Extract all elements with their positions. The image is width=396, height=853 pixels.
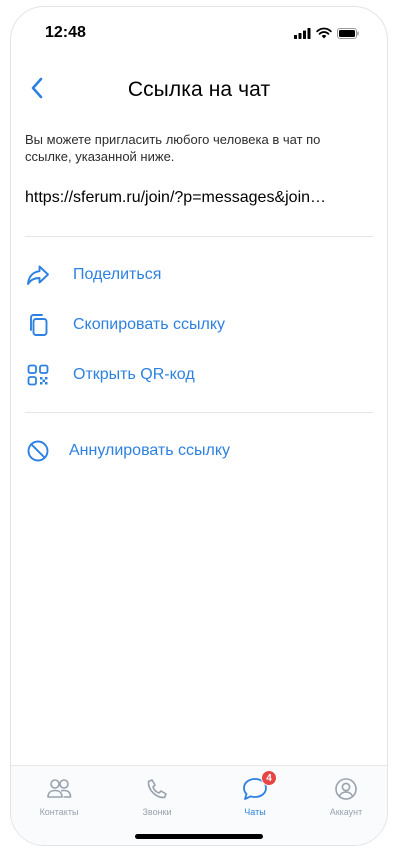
copy-icon — [25, 312, 51, 338]
status-time: 12:48 — [45, 24, 86, 41]
status-icons — [294, 26, 359, 44]
copy-link-label: Скопировать ссылку — [73, 316, 226, 333]
tab-contacts[interactable]: Контакты — [24, 774, 94, 817]
share-button[interactable]: Поделиться — [25, 257, 373, 293]
tab-account-label: Аккаунт — [329, 807, 363, 817]
divider — [25, 412, 373, 413]
contacts-icon — [44, 774, 74, 804]
phone-icon — [142, 774, 172, 804]
revoke-link-label: Аннулировать ссылку — [69, 442, 231, 459]
phone-screen: 12:48 Ссылка на чат Вы можете пригласить… — [10, 6, 388, 846]
share-label: Поделиться — [73, 266, 162, 283]
tab-contacts-label: Контакты — [39, 807, 79, 817]
battery-icon — [337, 26, 359, 44]
chat-icon: 4 — [240, 770, 277, 804]
invite-description: Вы можете пригласить любого человека в ч… — [25, 132, 321, 164]
copy-link-button[interactable]: Скопировать ссылку — [25, 307, 373, 343]
page-title: Ссылка на чат — [127, 78, 271, 101]
open-qr-button[interactable]: Открыть QR-код — [25, 357, 373, 393]
wifi-icon — [316, 26, 332, 44]
tab-chats[interactable]: 4 Чаты — [220, 770, 290, 817]
invite-link[interactable]: https://sferum.ru/join/?p=messages&join… — [25, 189, 373, 207]
revoke-link-button[interactable]: Аннулировать ссылку — [25, 433, 373, 469]
account-icon — [331, 774, 361, 804]
qr-code-icon — [25, 362, 51, 388]
tab-bar: Контакты Звонки 4 Чаты Аккаунт — [11, 765, 387, 845]
signal-icon — [294, 26, 311, 44]
tab-calls[interactable]: Звонки — [122, 774, 192, 817]
block-icon — [25, 438, 51, 464]
navigation-header: Ссылка на чат — [11, 67, 387, 115]
tab-chats-label: Чаты — [244, 807, 266, 817]
tab-calls-label: Звонки — [142, 807, 172, 817]
chats-badge: 4 — [261, 770, 277, 786]
home-indicator — [135, 834, 263, 839]
status-bar: 12:48 — [11, 7, 387, 57]
tab-account[interactable]: Аккаунт — [311, 774, 381, 817]
share-icon — [25, 262, 51, 288]
divider — [25, 236, 373, 237]
open-qr-label: Открыть QR-код — [73, 366, 195, 383]
